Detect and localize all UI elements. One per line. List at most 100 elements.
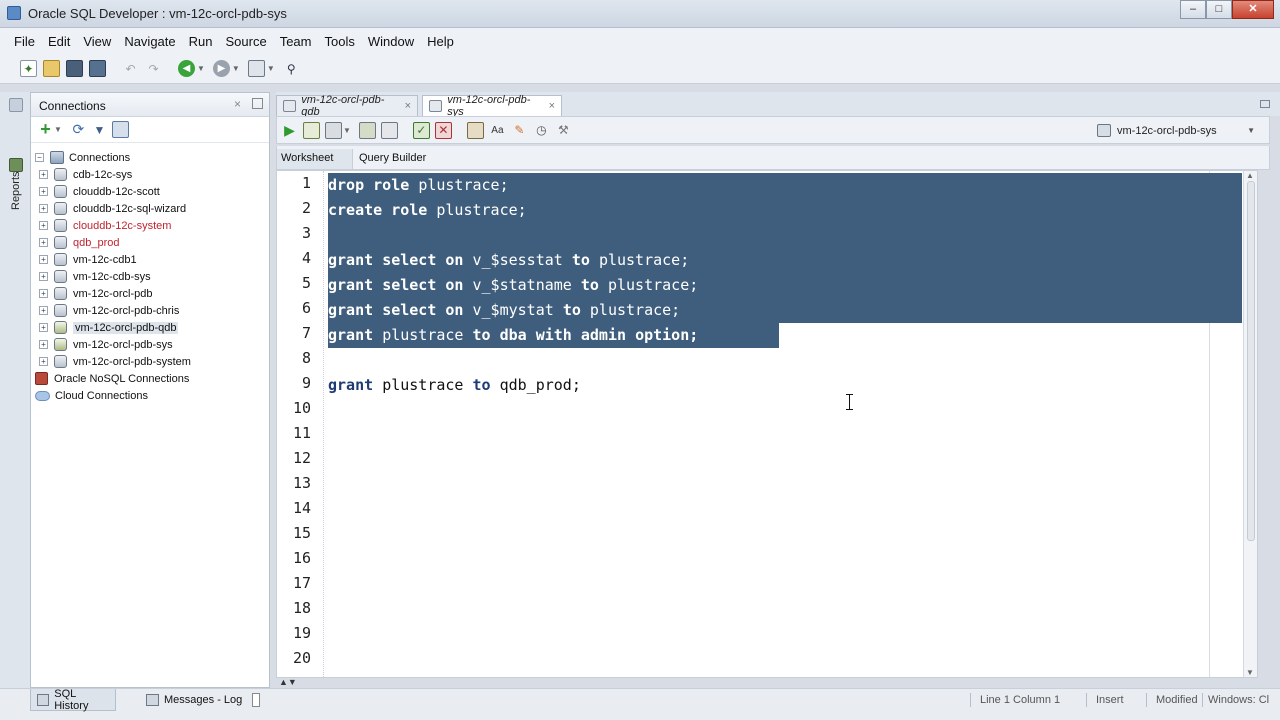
run-statement-icon[interactable]: ▶ [281,122,298,139]
redo-icon[interactable]: ↷ [145,60,162,77]
menu-run[interactable]: Run [189,34,213,49]
forward-icon[interactable]: ▶ [212,60,230,77]
menu-edit[interactable]: Edit [48,34,70,49]
scroll-up-icon[interactable]: ▲ [1246,171,1254,180]
expand-icon[interactable]: + [39,272,48,281]
close-tab-icon[interactable]: × [405,100,411,112]
open-folder-icon[interactable] [43,60,60,77]
close-panel-icon[interactable]: × [234,97,241,111]
sql-editor[interactable]: 1 2 3 4 5 6 7 8 9 10 11 12 13 14 15 16 17 18 19 20 drop rol… [276,170,1258,678]
add-connection-dropdown-chevron-icon[interactable]: ▼ [54,125,62,134]
expand-icon[interactable]: + [39,204,48,213]
tree-item-label: vm-12c-cdb1 [73,253,137,266]
maximize-editor-icon[interactable] [1260,100,1270,108]
expand-icon[interactable]: + [39,187,48,196]
tree-item-connection[interactable]: + vm-12c-cdb1 [31,251,269,268]
refresh-icon[interactable]: ⟳ [70,121,87,138]
reports-icon[interactable] [9,158,23,172]
tree-item-connection-selected[interactable]: + vm-12c-orcl-pdb-qdb [31,319,269,336]
tree-item-connection[interactable]: + cdb-12c-sys [31,166,269,183]
sql-worksheet-dropdown-chevron-icon[interactable]: ▼ [267,64,275,73]
close-tab-icon[interactable]: × [549,100,555,112]
connected-database-icon [54,321,67,334]
menu-team[interactable]: Team [280,34,312,49]
connection-selector[interactable]: vm-12c-orcl-pdb-sys ▼ [1097,121,1255,140]
to-upper-case-icon[interactable]: Aa [489,122,506,139]
expand-icon[interactable]: + [39,323,48,332]
tab-sql-history[interactable]: SQL History [30,688,116,712]
expand-icon[interactable]: + [39,289,48,298]
eraser-icon[interactable]: ✎ [511,122,528,139]
tree-item-connection[interactable]: + qdb_prod [31,234,269,251]
explain-plan-icon[interactable] [358,121,376,139]
commit-icon[interactable]: ✓ [412,121,430,139]
tree-item-connection[interactable]: + vm-12c-cdb-sys [31,268,269,285]
save-icon[interactable] [66,60,83,77]
close-window-button[interactable]: ✕ [1232,0,1274,19]
menu-window[interactable]: Window [368,34,414,49]
line-number: 4 [301,249,311,267]
sql-tuning-icon[interactable] [380,121,398,139]
binoculars-icon[interactable]: ⚲ [283,60,300,77]
insert-mode: Insert [1096,694,1124,706]
tree-item-nosql-connections[interactable]: Oracle NoSQL Connections [31,370,269,387]
maximize-button[interactable]: □ [1206,0,1232,19]
add-connection-icon[interactable]: + [37,119,54,139]
expand-icon[interactable]: + [39,340,48,349]
menu-help[interactable]: Help [427,34,454,49]
back-icon[interactable]: ◀ [178,60,195,77]
unshared-sql-worksheet-icon[interactable] [466,121,484,139]
reports-side-tab[interactable]: Reports [10,171,22,210]
connections-panel-header: Connections × [31,93,269,117]
tab-vm-12c-orcl-pdb-qdb[interactable]: vm-12c-orcl-pdb-qdb × [276,94,418,118]
autotrace-dropdown-chevron-icon[interactable]: ▼ [343,126,351,135]
tree-item-cloud-connections[interactable]: Cloud Connections [31,387,269,404]
save-all-icon[interactable] [89,60,106,77]
tab-messages-log[interactable]: Messages - Log [140,689,266,711]
expand-icon[interactable]: + [39,357,48,366]
menu-file[interactable]: File [14,34,35,49]
new-file-icon[interactable]: ✦ [20,60,37,77]
expand-icon[interactable]: + [39,170,48,179]
back-dropdown-chevron-icon[interactable]: ▼ [197,64,205,73]
forward-dropdown-chevron-icon[interactable]: ▼ [232,64,240,73]
sql-history-icon[interactable]: ◷ [533,122,550,139]
tab-vm-12c-orcl-pdb-sys[interactable]: vm-12c-orcl-pdb-sys × [422,94,562,118]
expand-icon[interactable]: + [39,255,48,264]
autotrace-icon[interactable] [325,121,342,139]
tree-item-connection[interactable]: + vm-12c-orcl-pdb-system [31,353,269,370]
tree-root-connections[interactable]: − Connections [31,149,269,166]
expand-icon[interactable]: + [39,221,48,230]
tab-worksheet[interactable]: Worksheet [277,149,353,169]
run-script-icon[interactable] [303,121,320,139]
undo-icon[interactable]: ↶ [122,60,139,77]
rollback-icon[interactable]: ✕ [434,121,452,139]
tree-item-connection[interactable]: + clouddb-12c-scott [31,183,269,200]
filter-icon[interactable]: ▼ [91,121,108,138]
menu-tools[interactable]: Tools [324,34,354,49]
split-arrows-icon[interactable]: ▲▼ [279,677,297,687]
database-icon [54,236,67,249]
vertical-scrollbar[interactable]: ▲ ▼ [1243,171,1257,677]
menu-navigate[interactable]: Navigate [124,34,175,49]
tree-item-connection[interactable]: + vm-12c-orcl-pdb-sys [31,336,269,353]
sql-worksheet-icon[interactable] [247,60,265,77]
restore-panel-icon[interactable] [9,98,23,112]
wrench-icon[interactable]: ⚒ [555,122,572,139]
tab-query-builder[interactable]: Query Builder [355,149,430,169]
tree-item-connection[interactable]: + vm-12c-orcl-pdb [31,285,269,302]
expand-icon[interactable]: + [39,306,48,315]
schema-browser-icon[interactable] [111,121,129,138]
tree-item-connection[interactable]: + clouddb-12c-sql-wizard [31,200,269,217]
scroll-down-icon[interactable]: ▼ [1246,668,1254,677]
tree-item-connection[interactable]: + clouddb-12c-system [31,217,269,234]
tree-item-connection[interactable]: + vm-12c-orcl-pdb-chris [31,302,269,319]
scrollbar-thumb[interactable] [1247,181,1255,541]
collapse-icon[interactable]: − [35,153,44,162]
minimize-button[interactable]: – [1180,0,1206,19]
line-number-gutter: 1 2 3 4 5 6 7 8 9 10 11 12 13 14 15 16 17 18 19 20 [277,171,315,677]
expand-icon[interactable]: + [39,238,48,247]
minimize-panel-icon[interactable] [252,98,263,109]
menu-view[interactable]: View [83,34,111,49]
menu-source[interactable]: Source [225,34,266,49]
